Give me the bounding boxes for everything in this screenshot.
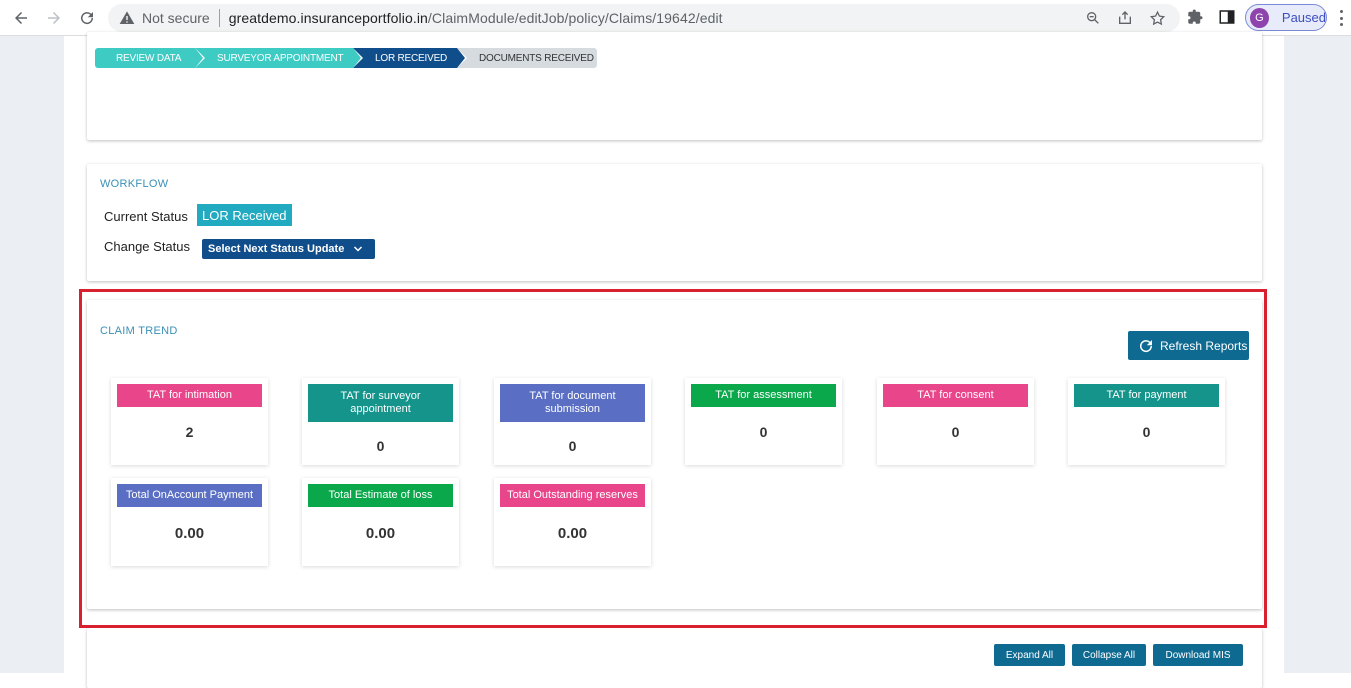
refresh-label: Refresh Reports: [1160, 338, 1248, 353]
share-icon[interactable]: [1116, 9, 1134, 27]
current-status-label: Current Status: [104, 209, 188, 224]
extensions-puzzle-icon[interactable]: [1185, 7, 1205, 27]
claim-trend-title: CLAIM TREND: [100, 325, 178, 337]
profile-button[interactable]: G Paused: [1245, 4, 1327, 31]
main-content: REVIEW DATA SURVEYOR APPOINTMENT LOR REC…: [64, 32, 1284, 688]
card-value: 0.00: [557, 525, 588, 542]
card-value: 2: [185, 424, 194, 440]
refresh-reports-button[interactable]: Refresh Reports: [1128, 331, 1249, 360]
collapse-all-button[interactable]: Collapse All: [1072, 644, 1146, 666]
card-label: TAT for payment: [1074, 384, 1219, 407]
chevron-down-icon: [351, 242, 365, 256]
claim-trend-panel: CLAIM TREND Refresh Reports TAT for inti…: [87, 300, 1262, 609]
step-label: LOR RECEIVED: [375, 52, 448, 64]
forward-arrow-icon[interactable]: [43, 7, 65, 29]
card-label: TAT for surveyor appointment: [308, 384, 453, 422]
card-value: 0: [568, 438, 577, 454]
card-value: 0.00: [174, 525, 205, 542]
claim-stepper: REVIEW DATA SURVEYOR APPOINTMENT LOR REC…: [95, 48, 597, 68]
card-label: TAT for document submission: [500, 384, 645, 422]
card-label: Total OnAccount Payment: [117, 484, 262, 507]
dropdown-value: Select Next Status Update: [208, 243, 345, 255]
step-label: SURVEYOR APPOINTMENT: [217, 52, 344, 64]
refresh-icon: [1137, 337, 1155, 355]
address-separator: [218, 9, 220, 27]
tat-card: TAT for payment 0: [1068, 378, 1225, 465]
status-badge: LOR Received: [197, 204, 292, 226]
step-surveyor-appointment[interactable]: SURVEYOR APPOINTMENT: [195, 48, 363, 68]
url-text[interactable]: greatdemo.insuranceportfolio.in/ClaimMod…: [229, 10, 723, 26]
change-status-label: Change Status: [104, 239, 191, 254]
address-bar-actions: [1084, 9, 1166, 27]
step-label: REVIEW DATA: [116, 52, 182, 64]
tat-card: TAT for document submission 0: [494, 378, 651, 465]
address-bar[interactable]: Not secure greatdemo.insuranceportfolio.…: [108, 4, 1180, 32]
bookmark-star-icon[interactable]: [1148, 9, 1166, 27]
avatar: G: [1250, 7, 1269, 28]
zoom-icon[interactable]: [1084, 9, 1102, 27]
card-value: 0: [1142, 424, 1151, 440]
expand-all-button[interactable]: Expand All: [994, 644, 1065, 666]
total-card: Total Estimate of loss 0.00: [302, 478, 459, 566]
url-host: greatdemo.insuranceportfolio.in: [228, 10, 428, 26]
step-documents-received[interactable]: DOCUMENTS RECEIVED: [457, 48, 597, 68]
side-panel-icon[interactable]: [1217, 7, 1237, 27]
card-label: TAT for consent: [883, 384, 1028, 407]
security-label: Not secure: [142, 10, 210, 26]
back-arrow-icon[interactable]: [10, 7, 32, 29]
url-path: /ClaimModule/editJob/policy/Claims/19642…: [427, 10, 723, 26]
profile-status: Paused: [1281, 10, 1326, 25]
tat-card: TAT for consent 0: [877, 378, 1034, 465]
card-value: 0: [951, 424, 960, 440]
workflow-panel: WORKFLOW Current Status LOR Received Cha…: [87, 164, 1262, 281]
card-label: TAT for assessment: [691, 384, 836, 407]
progress-panel: REVIEW DATA SURVEYOR APPOINTMENT LOR REC…: [87, 32, 1262, 140]
total-card: Total OnAccount Payment 0.00: [111, 478, 268, 566]
browser-toolbar: Not secure greatdemo.insuranceportfolio.…: [0, 0, 1351, 36]
workflow-title: WORKFLOW: [100, 178, 169, 190]
card-value: 0: [759, 424, 768, 440]
browser-extension-area: [1185, 7, 1237, 27]
card-value: 0.00: [365, 525, 396, 542]
download-mis-button[interactable]: Download MIS: [1153, 644, 1243, 666]
more-menu-icon[interactable]: [1336, 8, 1346, 28]
card-label: Total Estimate of loss: [308, 484, 453, 507]
page-background: REVIEW DATA SURVEYOR APPOINTMENT LOR REC…: [0, 32, 1351, 688]
tat-card: TAT for surveyor appointment 0: [302, 378, 459, 465]
step-label: DOCUMENTS RECEIVED: [479, 52, 594, 64]
card-label: Total Outstanding reserves: [500, 484, 645, 507]
card-value: 0: [376, 438, 385, 454]
warning-icon: [118, 9, 136, 27]
reload-icon[interactable]: [76, 7, 98, 29]
change-status-dropdown[interactable]: Select Next Status Update: [202, 239, 375, 259]
step-lor-received[interactable]: LOR RECEIVED: [353, 48, 467, 68]
step-review-data[interactable]: REVIEW DATA: [95, 48, 205, 68]
tat-card: TAT for intimation 2: [111, 378, 268, 465]
actions-panel: Expand All Collapse All Download MIS: [87, 628, 1262, 688]
total-card: Total Outstanding reserves 0.00: [494, 478, 651, 566]
card-label: TAT for intimation: [117, 384, 262, 407]
tat-card: TAT for assessment 0: [685, 378, 842, 465]
